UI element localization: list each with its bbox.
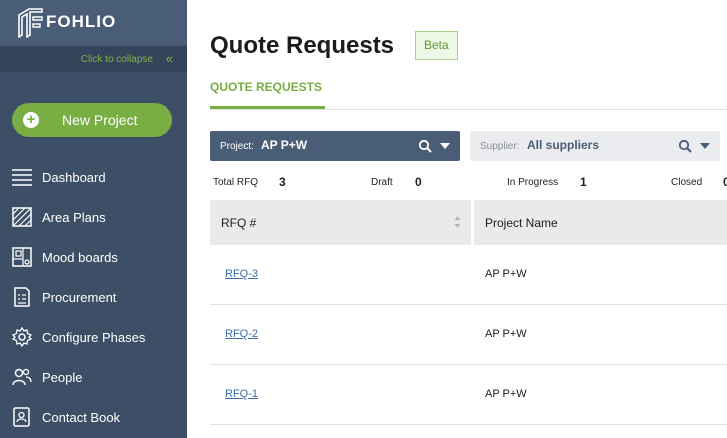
fohlio-logo-icon <box>18 8 43 38</box>
brand-name: FOHLIO <box>46 12 117 31</box>
table-row: RFQ-1 AP P+W <box>210 365 727 425</box>
table-row: RFQ-3 AP P+W <box>210 245 727 305</box>
stat-draft-label: Draft <box>371 177 393 188</box>
collapse-label: Click to collapse <box>80 54 153 65</box>
supplier-filter-dropdown[interactable]: Supplier: All suppliers <box>470 131 720 161</box>
sidebar-item-label: Procurement <box>42 290 117 305</box>
rfq-link[interactable]: RFQ-2 <box>225 328 258 340</box>
column-header-label: RFQ # <box>221 216 257 230</box>
stat-closed-label: Closed <box>671 177 703 188</box>
collapse-toggle[interactable]: Click to collapse « <box>0 46 187 72</box>
stat-draft-value: 0 <box>415 175 422 189</box>
gear-icon <box>12 327 32 347</box>
sidebar-item-procurement[interactable]: Procurement <box>0 280 187 316</box>
sidebar-item-contact-book[interactable]: Contact Book <box>0 400 187 436</box>
chevron-down-icon[interactable] <box>700 143 710 149</box>
project-name-cell: AP P+W <box>485 268 527 280</box>
sidebar-item-label: Area Plans <box>42 210 106 225</box>
column-header-label: Project Name <box>485 216 558 230</box>
plus-circle-icon: + <box>23 112 39 128</box>
supplier-filter-value: All suppliers <box>527 138 600 152</box>
app-window: FOHLIO Click to collapse « + New Project… <box>0 0 727 438</box>
sidebar-item-area-plans[interactable]: Area Plans <box>0 200 187 236</box>
sidebar: FOHLIO Click to collapse « + New Project… <box>0 0 187 438</box>
sidebar-item-mood-boards[interactable]: Mood boards <box>0 240 187 276</box>
stat-in-progress-value: 1 <box>580 175 587 189</box>
sidebar-item-people[interactable]: People <box>0 360 187 396</box>
stat-closed-value: 0 <box>723 175 727 189</box>
sidebar-item-label: Dashboard <box>42 170 106 185</box>
search-icon[interactable] <box>418 139 432 153</box>
project-name-cell: AP P+W <box>485 388 527 400</box>
table-header: RFQ # Project Name <box>210 200 727 245</box>
page-title: Quote Requests <box>210 32 395 59</box>
stat-total-value: 3 <box>279 175 286 189</box>
logo-bar: FOHLIO <box>0 0 187 46</box>
new-project-label: New Project <box>62 112 138 128</box>
supplier-filter-prefix: Supplier: <box>480 141 520 152</box>
rfq-link[interactable]: RFQ-3 <box>225 268 258 280</box>
main-content: Quote Requests Beta QUOTE REQUESTS Proje… <box>187 0 727 438</box>
stat-in-progress-label: In Progress <box>507 177 559 188</box>
people-icon <box>12 368 32 386</box>
table-row: RFQ-2 AP P+W <box>210 305 727 365</box>
procurement-icon <box>14 287 30 307</box>
contact-book-icon <box>13 407 30 427</box>
project-filter-value: AP P+W <box>261 138 308 152</box>
list-icon <box>12 169 32 186</box>
tab-divider <box>210 109 727 110</box>
tab-quote-requests[interactable]: QUOTE REQUESTS <box>210 80 322 94</box>
sidebar-item-configure-phases[interactable]: Configure Phases <box>0 320 187 356</box>
sidebar-item-label: Contact Book <box>42 410 121 425</box>
stat-total-label: Total RFQ <box>213 177 259 188</box>
new-project-button[interactable]: + New Project <box>12 103 172 137</box>
mood-board-icon <box>12 247 32 267</box>
column-header-rfq[interactable]: RFQ # <box>210 200 471 245</box>
sidebar-item-label: Configure Phases <box>42 330 146 345</box>
project-filter-prefix: Project: <box>220 141 254 152</box>
search-icon[interactable] <box>678 139 692 153</box>
double-chevron-left-icon: « <box>165 51 173 66</box>
column-header-project-name[interactable]: Project Name <box>474 200 727 245</box>
sidebar-item-label: Mood boards <box>42 250 118 265</box>
sort-icon[interactable] <box>454 215 461 229</box>
sidebar-item-label: People <box>42 370 83 385</box>
project-filter-dropdown[interactable]: Project: AP P+W <box>210 131 460 161</box>
chevron-down-icon[interactable] <box>440 143 450 149</box>
area-plan-icon <box>12 207 32 227</box>
sidebar-item-dashboard[interactable]: Dashboard <box>0 160 187 196</box>
project-name-cell: AP P+W <box>485 328 527 340</box>
beta-badge: Beta <box>415 31 458 60</box>
rfq-link[interactable]: RFQ-1 <box>225 388 258 400</box>
